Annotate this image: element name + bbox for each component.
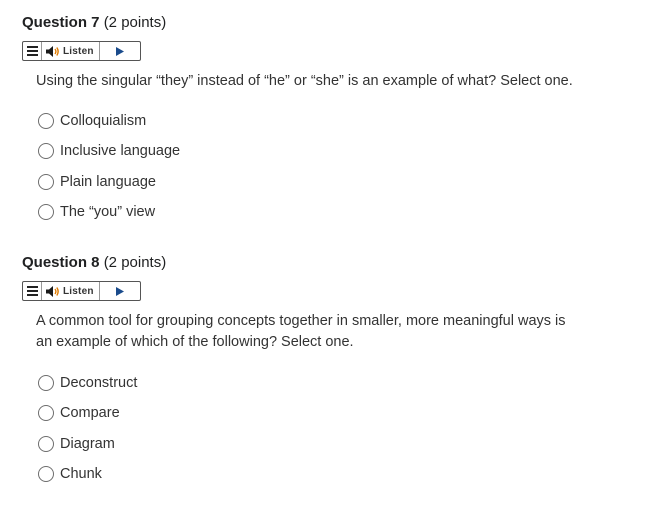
- question-points: (2 points): [103, 14, 167, 31]
- option-label: Plain language: [60, 174, 156, 190]
- speaker-icon: [46, 45, 59, 57]
- answer-option[interactable]: Diagram: [38, 433, 115, 455]
- question-7: Question 7 (2 points) Listen Using the s…: [22, 13, 632, 220]
- listen-toolbar: Listen: [22, 41, 141, 61]
- question-text-line: A common tool for grouping concepts toge…: [36, 313, 566, 329]
- question-header: Question 7 (2 points): [22, 13, 632, 33]
- listen-toolbar: Listen: [22, 281, 141, 301]
- answer-option[interactable]: Inclusive language: [38, 140, 180, 162]
- play-icon: [115, 46, 124, 56]
- option-label: Inclusive language: [60, 143, 181, 159]
- listen-label: Listen: [63, 45, 94, 57]
- question-8: Question 8 (2 points) Listen A common to…: [22, 253, 632, 482]
- radio-button[interactable]: [38, 143, 54, 159]
- play-icon: [115, 286, 124, 296]
- option-label: The “you” view: [60, 204, 156, 220]
- question-text: A common tool for grouping concepts toge…: [36, 311, 566, 353]
- listen-button[interactable]: Listen: [42, 42, 100, 60]
- option-label: Chunk: [60, 466, 102, 482]
- option-label: Diagram: [60, 436, 115, 452]
- answer-option[interactable]: Plain language: [38, 171, 156, 193]
- answer-option[interactable]: Deconstruct: [38, 372, 137, 394]
- question-number: Question 8: [22, 254, 100, 271]
- listen-label: Listen: [63, 285, 94, 297]
- listen-menu-button[interactable]: [23, 42, 42, 60]
- radio-button[interactable]: [38, 436, 54, 452]
- speaker-icon: [46, 285, 59, 297]
- radio-button[interactable]: [38, 204, 54, 220]
- answer-option[interactable]: Colloquialism: [38, 110, 146, 132]
- listen-button[interactable]: Listen: [42, 282, 100, 300]
- answer-option[interactable]: Compare: [38, 402, 120, 424]
- option-label: Colloquialism: [60, 113, 147, 129]
- radio-button[interactable]: [38, 466, 54, 482]
- option-label: Compare: [60, 405, 120, 421]
- menu-icon: [26, 46, 38, 56]
- listen-play-button[interactable]: [100, 42, 140, 60]
- menu-icon: [26, 286, 38, 296]
- question-points: (2 points): [103, 254, 167, 271]
- question-header: Question 8 (2 points): [22, 253, 632, 273]
- radio-button[interactable]: [38, 405, 54, 421]
- listen-menu-button[interactable]: [23, 282, 42, 300]
- radio-button[interactable]: [38, 375, 54, 391]
- question-text-line: an example of which of the following? Se…: [36, 334, 354, 350]
- radio-button[interactable]: [38, 113, 54, 129]
- radio-button[interactable]: [38, 174, 54, 190]
- option-label: Deconstruct: [60, 375, 138, 391]
- listen-play-button[interactable]: [100, 282, 140, 300]
- answer-option[interactable]: Chunk: [38, 463, 102, 485]
- question-text: Using the singular “they” instead of “he…: [36, 73, 573, 89]
- question-number: Question 7: [22, 14, 100, 31]
- answer-option[interactable]: The “you” view: [38, 201, 155, 223]
